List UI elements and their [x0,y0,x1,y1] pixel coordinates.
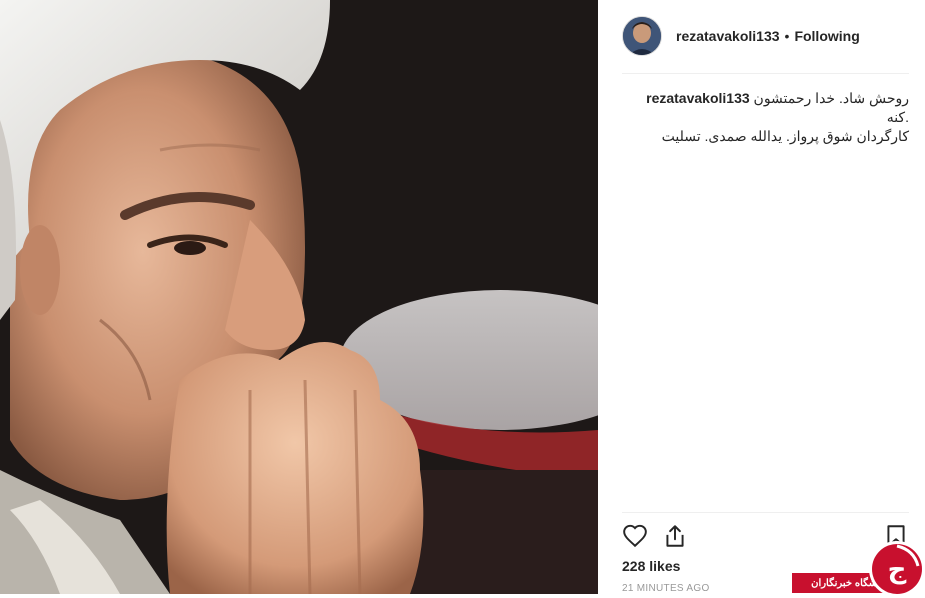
separator-dot: • [784,28,790,44]
username-link[interactable]: rezatavakoli133 [676,28,780,44]
action-bar [622,520,909,552]
share-icon[interactable] [662,523,688,549]
post-side-panel: rezatavakoli133 • Following rezatavakoli… [598,0,925,594]
actions-divider [622,512,909,513]
post-image[interactable] [0,0,598,594]
header-divider [622,73,909,74]
watermark-logo-icon: ج [869,541,925,597]
caption-line-1: rezatavakoli133 روحش شاد. خدا رحمتشون کن… [622,89,909,127]
post-caption: rezatavakoli133 روحش شاد. خدا رحمتشون کن… [622,89,909,146]
heart-icon[interactable] [622,523,648,549]
following-button[interactable]: Following [794,28,859,44]
likes-count[interactable]: 228 likes [622,558,680,574]
caption-text-1: روحش شاد. خدا رحمتشون کنه. [753,90,909,125]
caption-username[interactable]: rezatavakoli133 [646,90,750,106]
post-photo-illustration [0,0,598,594]
post-header: rezatavakoli133 • Following [622,16,909,56]
post-timestamp[interactable]: 21 MINUTES AGO [622,583,710,594]
avatar-image [623,17,661,55]
watermark-logo-letter: ج [888,555,907,585]
caption-line-2: کارگردان شوق پرواز. یدالله صمدی. تسلیت [661,128,909,144]
avatar[interactable] [622,16,662,56]
